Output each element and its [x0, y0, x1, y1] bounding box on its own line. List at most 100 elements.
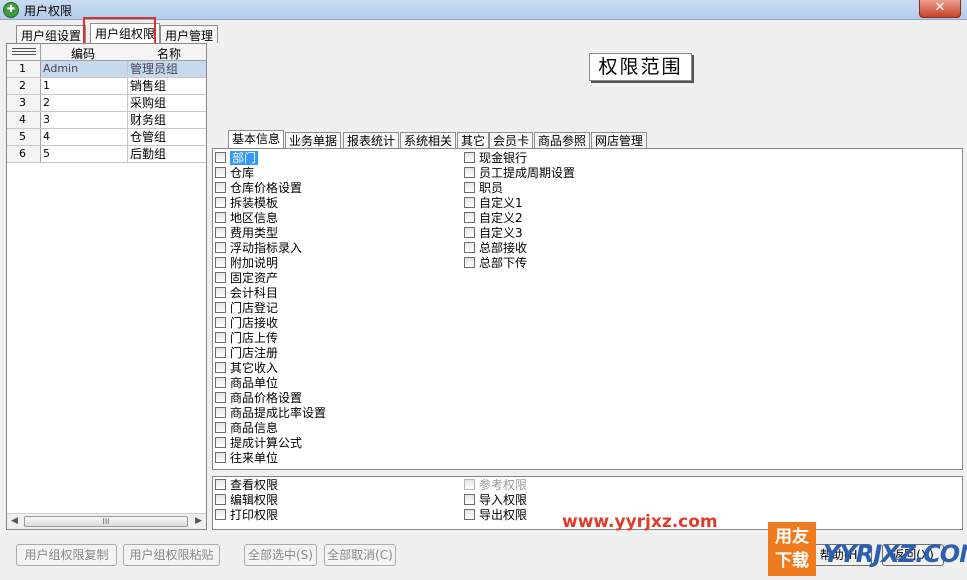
checkbox-icon[interactable] — [215, 287, 226, 298]
table-row[interactable]: 6 5 后勤组 — [7, 146, 206, 163]
tab-reports[interactable]: 报表统计 — [343, 132, 400, 149]
column-header-name[interactable]: 名称 — [157, 45, 181, 62]
checkbox-icon[interactable] — [215, 302, 226, 313]
edit-right-checkbox[interactable]: 编辑权限 — [215, 493, 278, 508]
horizontal-scrollbar[interactable]: ◀ III ▶ — [7, 513, 206, 529]
checkbox-icon[interactable] — [215, 182, 226, 193]
checkbox-icon[interactable] — [215, 509, 226, 520]
checkbox-icon[interactable] — [215, 377, 226, 388]
perm-checkbox[interactable]: 附加说明 — [215, 256, 278, 271]
checkbox-icon[interactable] — [215, 494, 226, 505]
perm-checkbox[interactable]: 部门 — [215, 151, 259, 166]
checkbox-icon[interactable] — [215, 197, 226, 208]
print-right-checkbox[interactable]: 打印权限 — [215, 508, 278, 523]
perm-checkbox[interactable]: 自定义1 — [464, 196, 523, 211]
perm-checkbox[interactable]: 自定义2 — [464, 211, 523, 226]
perm-checkbox[interactable]: 往来单位 — [215, 451, 278, 466]
tab-system[interactable]: 系统相关 — [400, 132, 457, 149]
perm-checkbox[interactable]: 总部接收 — [464, 241, 527, 256]
perm-checkbox[interactable]: 商品价格设置 — [215, 391, 302, 406]
checkbox-icon[interactable] — [464, 509, 475, 520]
scroll-thumb[interactable]: III — [24, 516, 188, 527]
checkbox-icon[interactable] — [215, 167, 226, 178]
column-header-code[interactable]: 编码 — [71, 45, 95, 62]
checkbox-icon[interactable] — [215, 212, 226, 223]
perm-checkbox[interactable]: 门店上传 — [215, 331, 278, 346]
perm-checkbox[interactable]: 地区信息 — [215, 211, 278, 226]
tab-other[interactable]: 其它 — [457, 132, 490, 149]
import-right-checkbox[interactable]: 导入权限 — [464, 493, 527, 508]
table-row[interactable]: 2 1 销售组 — [7, 78, 206, 95]
table-row[interactable]: 1 Admin 管理员组 — [7, 61, 206, 78]
select-all-button[interactable]: 全部选中(S) — [244, 544, 317, 566]
copy-group-permission-button[interactable]: 用户组权限复制 — [16, 544, 117, 566]
paste-group-permission-button[interactable]: 用户组权限粘贴 — [123, 544, 220, 566]
scroll-right-icon[interactable]: ▶ — [195, 516, 202, 526]
checkbox-icon[interactable] — [215, 317, 226, 328]
checkbox-icon[interactable] — [215, 407, 226, 418]
checkbox-icon[interactable] — [215, 422, 226, 433]
perm-checkbox[interactable]: 现金银行 — [464, 151, 527, 166]
tab-group-settings[interactable]: 用户组设置 — [16, 25, 87, 43]
table-row[interactable]: 3 2 采购组 — [7, 95, 206, 112]
checkbox-icon[interactable] — [215, 152, 226, 163]
checkbox-icon[interactable] — [215, 452, 226, 463]
perm-checkbox[interactable]: 自定义3 — [464, 226, 523, 241]
scroll-left-icon[interactable]: ◀ — [11, 516, 18, 526]
perm-checkbox[interactable]: 门店注册 — [215, 346, 278, 361]
tab-user-management[interactable]: 用户管理 — [160, 25, 219, 43]
perm-checkbox[interactable]: 会计科目 — [215, 286, 278, 301]
watermark-url: www.yyrjxz.com — [562, 512, 718, 532]
checkbox-icon[interactable] — [215, 272, 226, 283]
tab-business-docs[interactable]: 业务单据 — [285, 132, 342, 149]
checkbox-icon[interactable] — [464, 182, 475, 193]
deselect-all-button[interactable]: 全部取消(C) — [324, 544, 396, 566]
export-right-checkbox[interactable]: 导出权限 — [464, 508, 527, 523]
view-right-checkbox[interactable]: 查看权限 — [215, 478, 278, 493]
perm-checkbox[interactable]: 浮动指标录入 — [215, 241, 302, 256]
perm-checkbox[interactable]: 其它收入 — [215, 361, 278, 376]
checkbox-icon[interactable] — [215, 257, 226, 268]
checkbox-icon[interactable] — [215, 479, 226, 490]
perm-checkbox[interactable]: 商品信息 — [215, 421, 278, 436]
tab-member-card[interactable]: 会员卡 — [489, 132, 534, 149]
checkbox-icon[interactable] — [215, 227, 226, 238]
row-code: 2 — [41, 95, 128, 111]
perm-checkbox[interactable]: 职员 — [464, 181, 503, 196]
checkbox-icon[interactable] — [215, 392, 226, 403]
perm-checkbox[interactable]: 拆装模板 — [215, 196, 278, 211]
checkbox-icon[interactable] — [464, 152, 475, 163]
checkbox-icon[interactable] — [464, 242, 475, 253]
perm-checkbox[interactable]: 费用类型 — [215, 226, 278, 241]
checkbox-icon[interactable] — [464, 257, 475, 268]
perm-checkbox[interactable]: 商品提成比率设置 — [215, 406, 326, 421]
close-button[interactable]: ✕ — [919, 0, 961, 18]
row-index: 1 — [7, 61, 41, 77]
perm-checkbox[interactable]: 门店登记 — [215, 301, 278, 316]
checkbox-icon[interactable] — [464, 227, 475, 238]
tab-basic-info[interactable]: 基本信息 — [228, 130, 285, 149]
table-row[interactable]: 5 4 仓管组 — [7, 129, 206, 146]
checkbox-icon[interactable] — [464, 494, 475, 505]
perm-checkbox[interactable]: 仓库价格设置 — [215, 181, 302, 196]
checkbox-icon[interactable] — [464, 167, 475, 178]
checkbox-icon[interactable] — [215, 242, 226, 253]
perm-checkbox[interactable]: 仓库 — [215, 166, 254, 181]
perm-checkbox[interactable]: 固定资产 — [215, 271, 278, 286]
checkbox-icon[interactable] — [215, 437, 226, 448]
permission-scope-button[interactable]: 权限范围 — [589, 53, 692, 81]
table-row[interactable]: 4 3 财务组 — [7, 112, 206, 129]
tab-goods-reference[interactable]: 商品参照 — [534, 132, 591, 149]
perm-checkbox[interactable]: 门店接收 — [215, 316, 278, 331]
checkbox-icon[interactable] — [464, 197, 475, 208]
tab-online-store[interactable]: 网店管理 — [591, 132, 648, 149]
perm-checkbox[interactable]: 提成计算公式 — [215, 436, 302, 451]
checkbox-icon[interactable] — [215, 362, 226, 373]
perm-checkbox[interactable]: 商品单位 — [215, 376, 278, 391]
perm-checkbox[interactable]: 总部下传 — [464, 256, 527, 271]
checkbox-icon[interactable] — [215, 332, 226, 343]
checkbox-icon[interactable] — [215, 347, 226, 358]
permission-tab-strip: 基本信息 业务单据 报表统计 系统相关 其它 会员卡 商品参照 网店管理 — [212, 130, 963, 149]
perm-checkbox[interactable]: 员工提成周期设置 — [464, 166, 575, 181]
checkbox-icon[interactable] — [464, 212, 475, 223]
